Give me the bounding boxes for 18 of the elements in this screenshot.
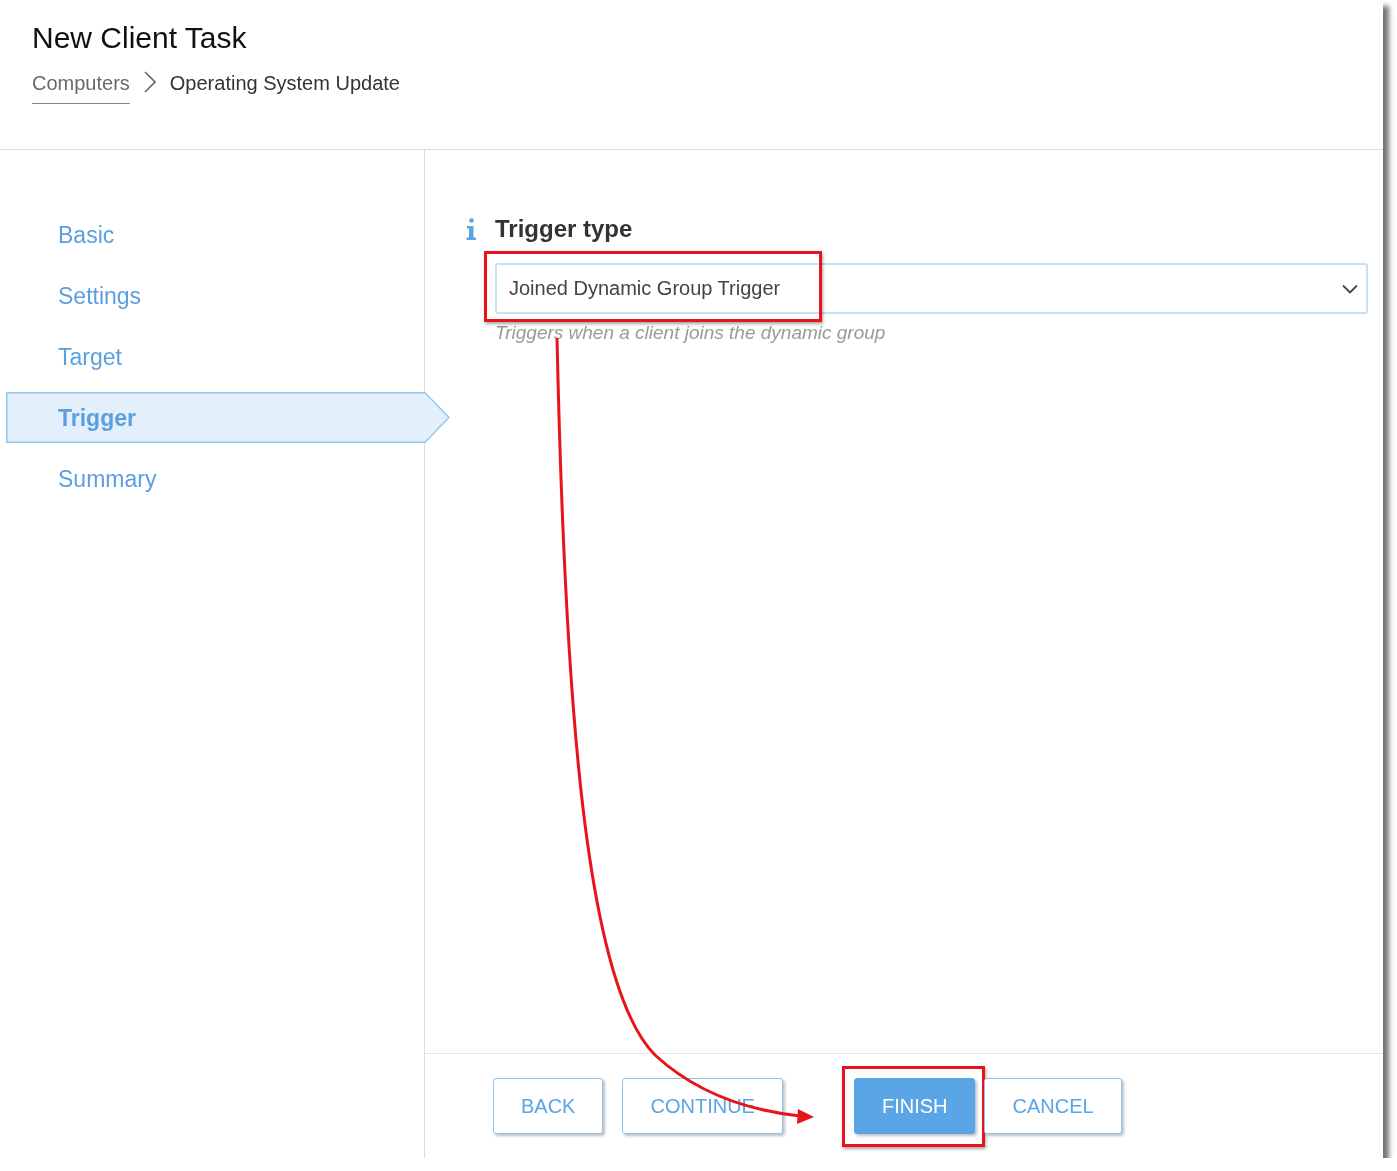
step-link[interactable]: Settings [58, 281, 142, 310]
secondary-button[interactable]: CANCEL [984, 1078, 1122, 1134]
info-icon [465, 218, 477, 240]
chevron-right-icon [143, 71, 156, 93]
primary-button[interactable]: FINISH [853, 1078, 976, 1134]
secondary-button[interactable]: CONTINUE [622, 1078, 783, 1134]
step-link[interactable]: Summary [58, 464, 157, 493]
step-link[interactable]: Trigger [6, 392, 450, 443]
hint-text: Triggers when a client joins the dynamic group [495, 321, 886, 345]
step-link[interactable]: Target [58, 342, 122, 371]
field-label: Trigger type [495, 214, 633, 244]
window-title: New Client Task [32, 20, 247, 56]
step-link[interactable]: Basic [58, 220, 115, 249]
chevron-down-icon [1342, 283, 1358, 294]
breadcrumb-link[interactable]: Computers [32, 70, 130, 104]
secondary-button[interactable]: BACK [493, 1078, 604, 1134]
breadcrumb-current: Operating System Update [169, 71, 400, 96]
trigger-type-dropdown[interactable]: Joined Dynamic Group Trigger [495, 263, 1368, 314]
